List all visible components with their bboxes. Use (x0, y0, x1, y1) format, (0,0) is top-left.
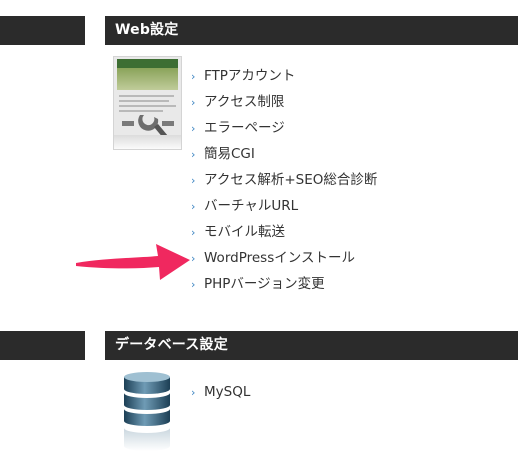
web-settings-thumbnail-icon (113, 56, 182, 150)
left-header-stub (0, 16, 85, 45)
pointer-arrow (76, 244, 190, 280)
menu-item-label: アクセス制限 (204, 94, 285, 110)
chevron-right-icon: › (191, 200, 196, 213)
menu-item-label: エラーページ (204, 120, 285, 136)
menu-item-access-analysis-seo[interactable]: › アクセス解析+SEO総合診断 (191, 167, 377, 193)
menu-item-label: バーチャルURL (204, 198, 299, 214)
left-header-stub (0, 331, 85, 360)
chevron-right-icon: › (191, 386, 196, 399)
menu-item-mysql[interactable]: › MySQL (191, 379, 250, 405)
menu-item-wordpress-install[interactable]: › WordPressインストール (191, 245, 377, 271)
menu-item-access-restriction[interactable]: › アクセス制限 (191, 89, 377, 115)
menu-item-label: MySQL (204, 384, 251, 400)
menu-item-simple-cgi[interactable]: › 簡易CGI (191, 141, 377, 167)
chevron-right-icon: › (191, 278, 196, 291)
database-settings-header: データベース設定 (105, 331, 518, 360)
chevron-right-icon: › (191, 122, 196, 135)
chevron-right-icon: › (191, 226, 196, 239)
web-settings-menu: › FTPアカウント › アクセス制限 › エラーページ › 簡易CGI › アクセス解析… (191, 63, 377, 297)
menu-item-label: 簡易CGI (204, 146, 255, 162)
database-settings-menu: › MySQL (191, 379, 250, 405)
menu-item-php-version[interactable]: › PHPバージョン変更 (191, 271, 377, 297)
chevron-right-icon: › (191, 96, 196, 109)
chevron-right-icon: › (191, 252, 196, 265)
menu-item-ftp-account[interactable]: › FTPアカウント (191, 63, 377, 89)
chevron-right-icon: › (191, 70, 196, 83)
menu-item-label: FTPアカウント (204, 68, 296, 84)
menu-item-mobile-transfer[interactable]: › モバイル転送 (191, 219, 377, 245)
menu-item-error-page[interactable]: › エラーページ (191, 115, 377, 141)
menu-item-label: アクセス解析+SEO総合診断 (204, 172, 378, 188)
menu-item-virtual-url[interactable]: › バーチャルURL (191, 193, 377, 219)
menu-item-label: モバイル転送 (204, 224, 285, 240)
chevron-right-icon: › (191, 174, 196, 187)
menu-item-label: PHPバージョン変更 (204, 276, 325, 292)
menu-item-label: WordPressインストール (204, 250, 355, 266)
chevron-right-icon: › (191, 148, 196, 161)
database-icon (124, 372, 170, 451)
web-settings-header: Web設定 (105, 16, 518, 45)
